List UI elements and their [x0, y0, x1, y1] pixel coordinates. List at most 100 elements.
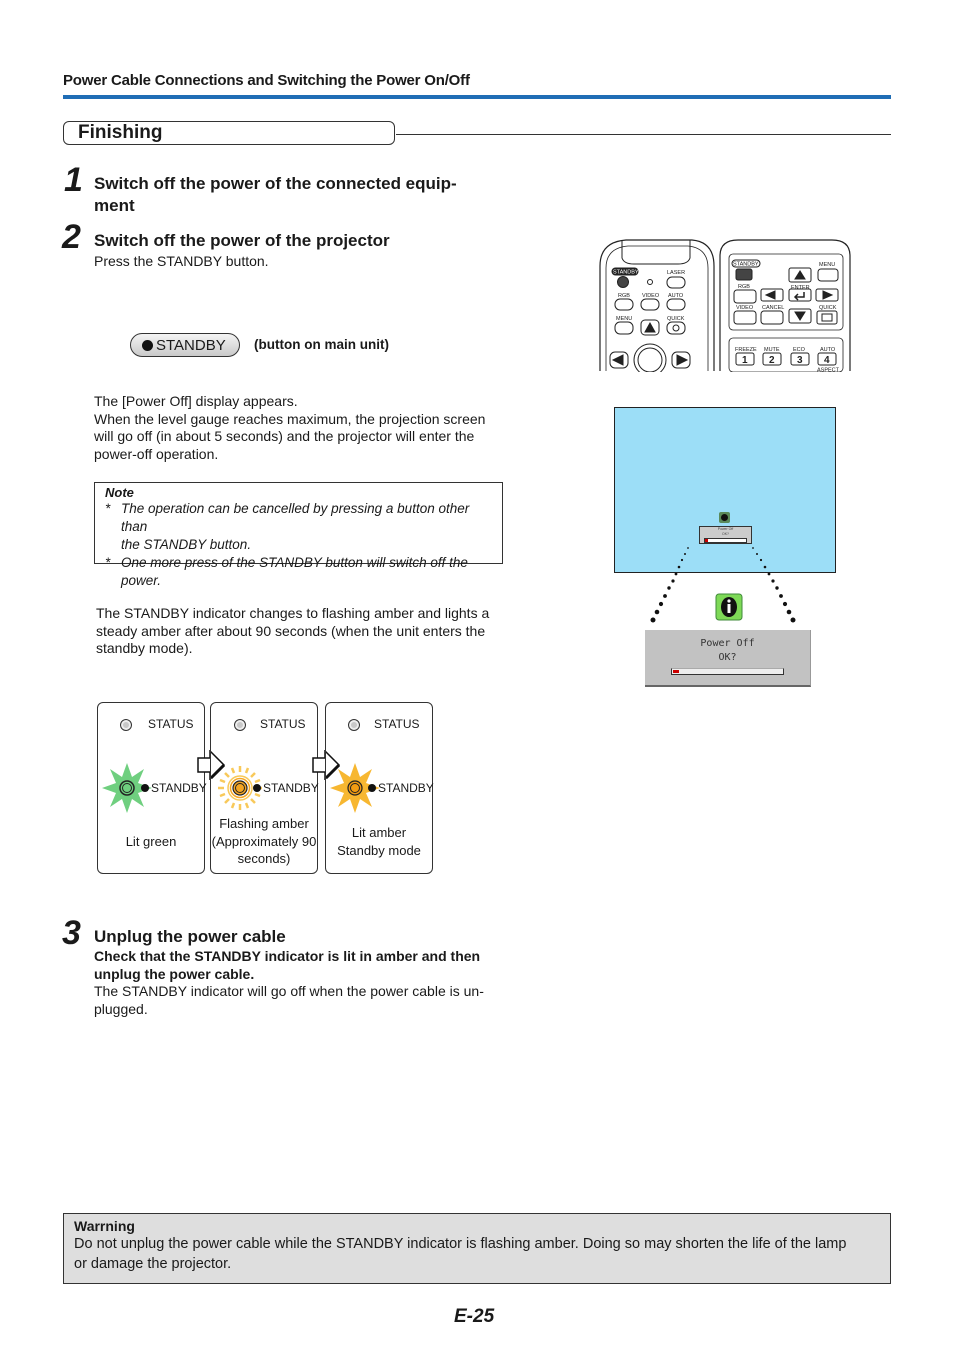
remote-key-2: 2 — [769, 355, 775, 366]
step-2-paragraph-2: The STANDBY indicator changes to flashin… — [96, 605, 508, 658]
standby-dot-icon — [141, 784, 149, 792]
status-led-icon — [234, 719, 246, 731]
caption-line: Lit green — [125, 834, 177, 849]
standby-label: STANDBY — [263, 781, 319, 795]
step-3-body: Check that the STANDBY indicator is lit … — [94, 948, 514, 1018]
remote-label: ASPECT — [817, 368, 840, 373]
remote-label: CANCEL — [762, 305, 784, 311]
remote-label: ECO — [793, 347, 806, 353]
remote-label: MENU — [616, 316, 632, 322]
para1-line: will go off (in about 5 seconds) and the… — [94, 428, 475, 444]
step-1-number: 1 — [64, 161, 83, 199]
panel-caption: Flashing amber (Approximately 90 seconds… — [211, 815, 317, 868]
info-icon-small — [719, 512, 730, 523]
step-1-title-line2: ment — [94, 196, 135, 215]
remote-label: RGB — [618, 293, 630, 299]
remote-label: QUICK — [819, 305, 837, 311]
remote-label: AUTO — [668, 293, 684, 299]
panel-caption: Lit amber Standby mode — [326, 824, 432, 859]
standby-dot-icon — [253, 784, 261, 792]
remote-label: STANDBY — [613, 270, 639, 276]
status-label: STATUS — [260, 717, 306, 731]
osd-title: Power Off — [700, 638, 755, 649]
remote-key-3: 3 — [797, 355, 803, 366]
status-led-icon — [120, 719, 132, 731]
note-text: One more press of the STANDBY button wil… — [121, 555, 468, 588]
step-2-number: 2 — [62, 218, 81, 256]
remote-label: STANDBY — [733, 262, 759, 268]
note-item: * The operation can be cancelled by pres… — [105, 500, 492, 554]
note-item: * One more press of the STANDBY button w… — [105, 554, 492, 590]
remote-label: FREEZE — [735, 347, 757, 353]
caption-line: Lit amber — [351, 825, 407, 840]
panel-caption: Lit green — [98, 833, 204, 851]
header-rule — [63, 95, 891, 99]
remote-label: QUICK — [667, 316, 685, 322]
note-text: the STANDBY button. — [121, 537, 252, 552]
remote-label: ENTER — [791, 285, 810, 291]
standby-dot-icon — [142, 339, 153, 351]
remote-label: MUTE — [764, 347, 780, 353]
step-2-instruction: Press the STANDBY button. — [94, 253, 269, 269]
subsection-rule — [396, 134, 891, 135]
standby-indicator: STANDBY — [368, 781, 434, 795]
status-led-icon — [348, 719, 360, 731]
caption-line: (Approximately 90 — [211, 833, 317, 849]
step-2-title: Switch off the power of the projector — [94, 231, 390, 250]
para2-line: The STANDBY indicator changes to flashin… — [96, 605, 490, 621]
status-label: STATUS — [148, 717, 194, 731]
osd-small: Power Off OK? — [699, 526, 752, 544]
warning-text-line: or damage the projector. — [74, 1256, 232, 1272]
remote-controls-illustration: STANDBY LASER RGB VIDEO AUTO MENU QUICK … — [599, 239, 851, 373]
para1-line: When the level gauge reaches maximum, th… — [94, 410, 486, 427]
warning-text-line: Do not unplug the power cable while the … — [74, 1236, 847, 1252]
para1-line: The [Power Off] display appears. — [94, 393, 298, 409]
remote-label: RGB — [738, 284, 750, 290]
step-3-bold-line: unplug the power cable. — [94, 965, 255, 982]
step-3-text-line: The STANDBY indicator will go off when t… — [94, 983, 484, 999]
remote-key-1: 1 — [742, 355, 748, 366]
remote-label: VIDEO — [642, 293, 660, 299]
standby-label: STANDBY — [151, 781, 207, 795]
warning-box: Warrning Do not unplug the power cable w… — [63, 1213, 891, 1284]
standby-button-caption: (button on main unit) — [254, 337, 389, 352]
indicator-panel-lit-green: STATUS STANDBY Lit green — [97, 702, 207, 874]
step-3-number: 3 — [62, 914, 81, 952]
osd-prompt: OK? — [718, 652, 737, 663]
subsection-title: Finishing — [78, 122, 163, 143]
step-1-title: Switch off the power of the connected eq… — [94, 173, 457, 217]
caption-line: Standby mode — [337, 842, 421, 858]
para2-line: steady amber after about 90 seconds (whe… — [96, 622, 486, 639]
status-label: STATUS — [374, 717, 420, 731]
para1-line: power-off operation. — [94, 445, 219, 462]
standby-label: STANDBY — [378, 781, 434, 795]
step-3-bold-line: Check that the STANDBY indicator is lit … — [94, 948, 481, 964]
remote-label: MENU — [819, 262, 835, 268]
remote-label: LASER — [667, 270, 685, 276]
step-3-text-line: plugged. — [94, 1000, 148, 1017]
note-box: Note * The operation can be cancelled by… — [94, 482, 503, 588]
note-bullet: * — [105, 501, 111, 516]
step-2-paragraph-1: The [Power Off] display appears. When th… — [94, 393, 506, 463]
step-3-title: Unplug the power cable — [94, 927, 286, 946]
indicator-panel-lit-amber: STATUS STANDBY Lit amber Standby mode — [325, 702, 434, 874]
caption-line: seconds) — [237, 851, 291, 866]
section-title: Power Cable Connections and Switching th… — [63, 72, 470, 89]
osd-small-gauge — [704, 538, 747, 543]
remote-label: VIDEO — [736, 305, 754, 311]
page-number: E-25 — [454, 1306, 495, 1327]
info-icon — [715, 593, 743, 621]
note-bullet: * — [105, 555, 111, 570]
para2-line: standby mode). — [96, 640, 193, 656]
osd-small-line: OK? — [721, 532, 729, 536]
indicator-panel-flashing-amber: STATUS STANDBY Flashing amber (Approxima… — [210, 702, 319, 874]
standby-indicator: STANDBY — [253, 781, 319, 795]
standby-button-label: STANDBY — [156, 336, 226, 354]
standby-dot-icon — [368, 784, 376, 792]
standby-button[interactable]: STANDBY — [130, 333, 240, 357]
remote-key-4: 4 — [824, 355, 830, 366]
note-text: The operation can be cancelled by pressi… — [121, 501, 470, 534]
osd-level-gauge — [671, 668, 784, 675]
warning-title: Warrning — [74, 1218, 135, 1234]
standby-indicator: STANDBY — [141, 781, 207, 795]
